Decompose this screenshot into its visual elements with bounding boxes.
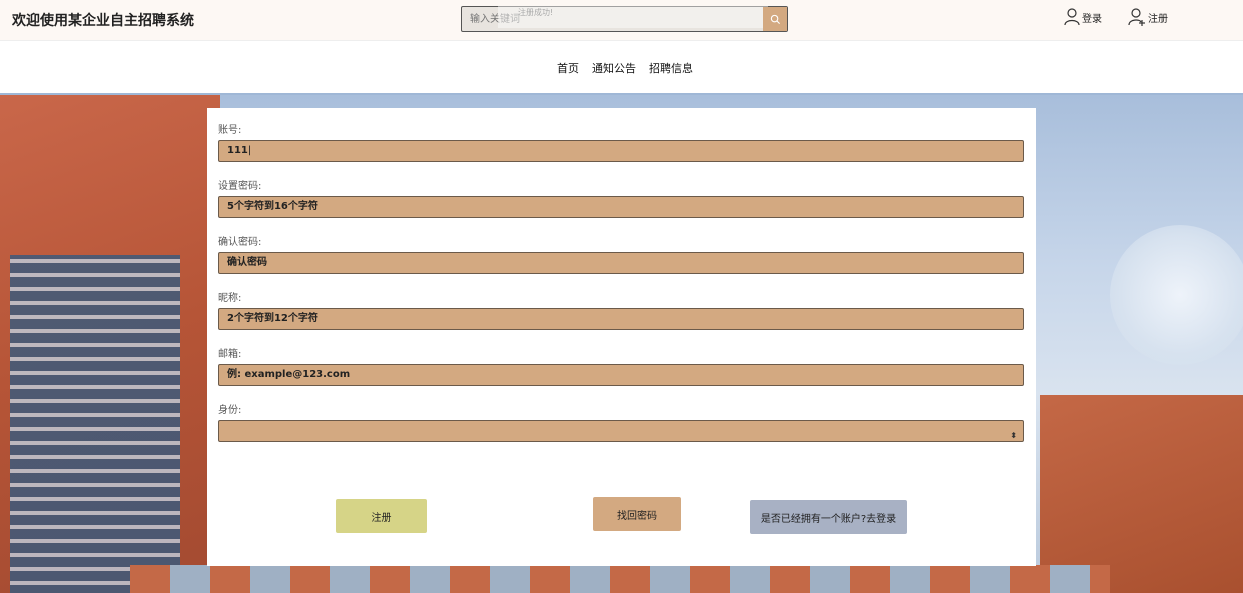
identity-label: 身份: bbox=[218, 405, 242, 416]
password-field[interactable]: 5个字符到16个字符 bbox=[218, 196, 1024, 218]
user-add-icon bbox=[1128, 8, 1145, 26]
site-title: 欢迎使用某企业自主招聘系统 bbox=[12, 13, 194, 29]
login-label: 登录 bbox=[1082, 13, 1102, 25]
nav-item-home[interactable]: 首页 bbox=[557, 60, 579, 76]
search-icon bbox=[770, 14, 780, 24]
building-right bbox=[1040, 395, 1243, 593]
user-icon bbox=[1064, 8, 1080, 26]
register-form: 账号: 111| 设置密码: 5个字符到16个字符 确认密码: 确认密码 昵称:… bbox=[207, 108, 1036, 566]
toast-message: 注册成功! bbox=[498, 6, 768, 28]
account-value: 111 bbox=[227, 145, 248, 156]
register-button[interactable]: 注册 bbox=[336, 499, 427, 533]
nickname-field[interactable]: 2个字符到12个字符 bbox=[218, 308, 1024, 330]
main-nav: 首页 通知公告 招聘信息 bbox=[0, 41, 1243, 95]
confirm-password-label: 确认密码: bbox=[218, 237, 262, 248]
recover-password-button[interactable]: 找回密码 bbox=[593, 497, 681, 531]
register-label: 注册 bbox=[1148, 13, 1168, 25]
building-bottom bbox=[130, 565, 1110, 593]
top-bar: 欢迎使用某企业自主招聘系统 注册成功! 登录 注册 bbox=[0, 0, 1243, 41]
account-label: 账号: bbox=[218, 125, 242, 136]
identity-select[interactable]: ⬍ bbox=[218, 420, 1024, 442]
password-label: 设置密码: bbox=[218, 181, 262, 192]
cloud-decoration bbox=[1110, 225, 1243, 365]
account-field[interactable]: 111| bbox=[218, 140, 1024, 162]
register-link[interactable]: 注册 bbox=[1128, 8, 1168, 26]
email-label: 邮箱: bbox=[218, 349, 242, 360]
nickname-label: 昵称: bbox=[218, 293, 242, 304]
building-left-windows bbox=[10, 255, 180, 593]
confirm-password-field[interactable]: 确认密码 bbox=[218, 252, 1024, 274]
search-box: 注册成功! bbox=[461, 6, 788, 32]
email-field[interactable]: 例: example@123.com bbox=[218, 364, 1024, 386]
go-login-button[interactable]: 是否已经拥有一个账户?去登录 bbox=[750, 500, 907, 534]
select-arrow-icon: ⬍ bbox=[1010, 431, 1017, 440]
nav-item-jobs[interactable]: 招聘信息 bbox=[649, 60, 693, 76]
search-button[interactable] bbox=[763, 7, 787, 31]
nav-item-notices[interactable]: 通知公告 bbox=[592, 60, 636, 76]
login-link[interactable]: 登录 bbox=[1064, 8, 1102, 26]
